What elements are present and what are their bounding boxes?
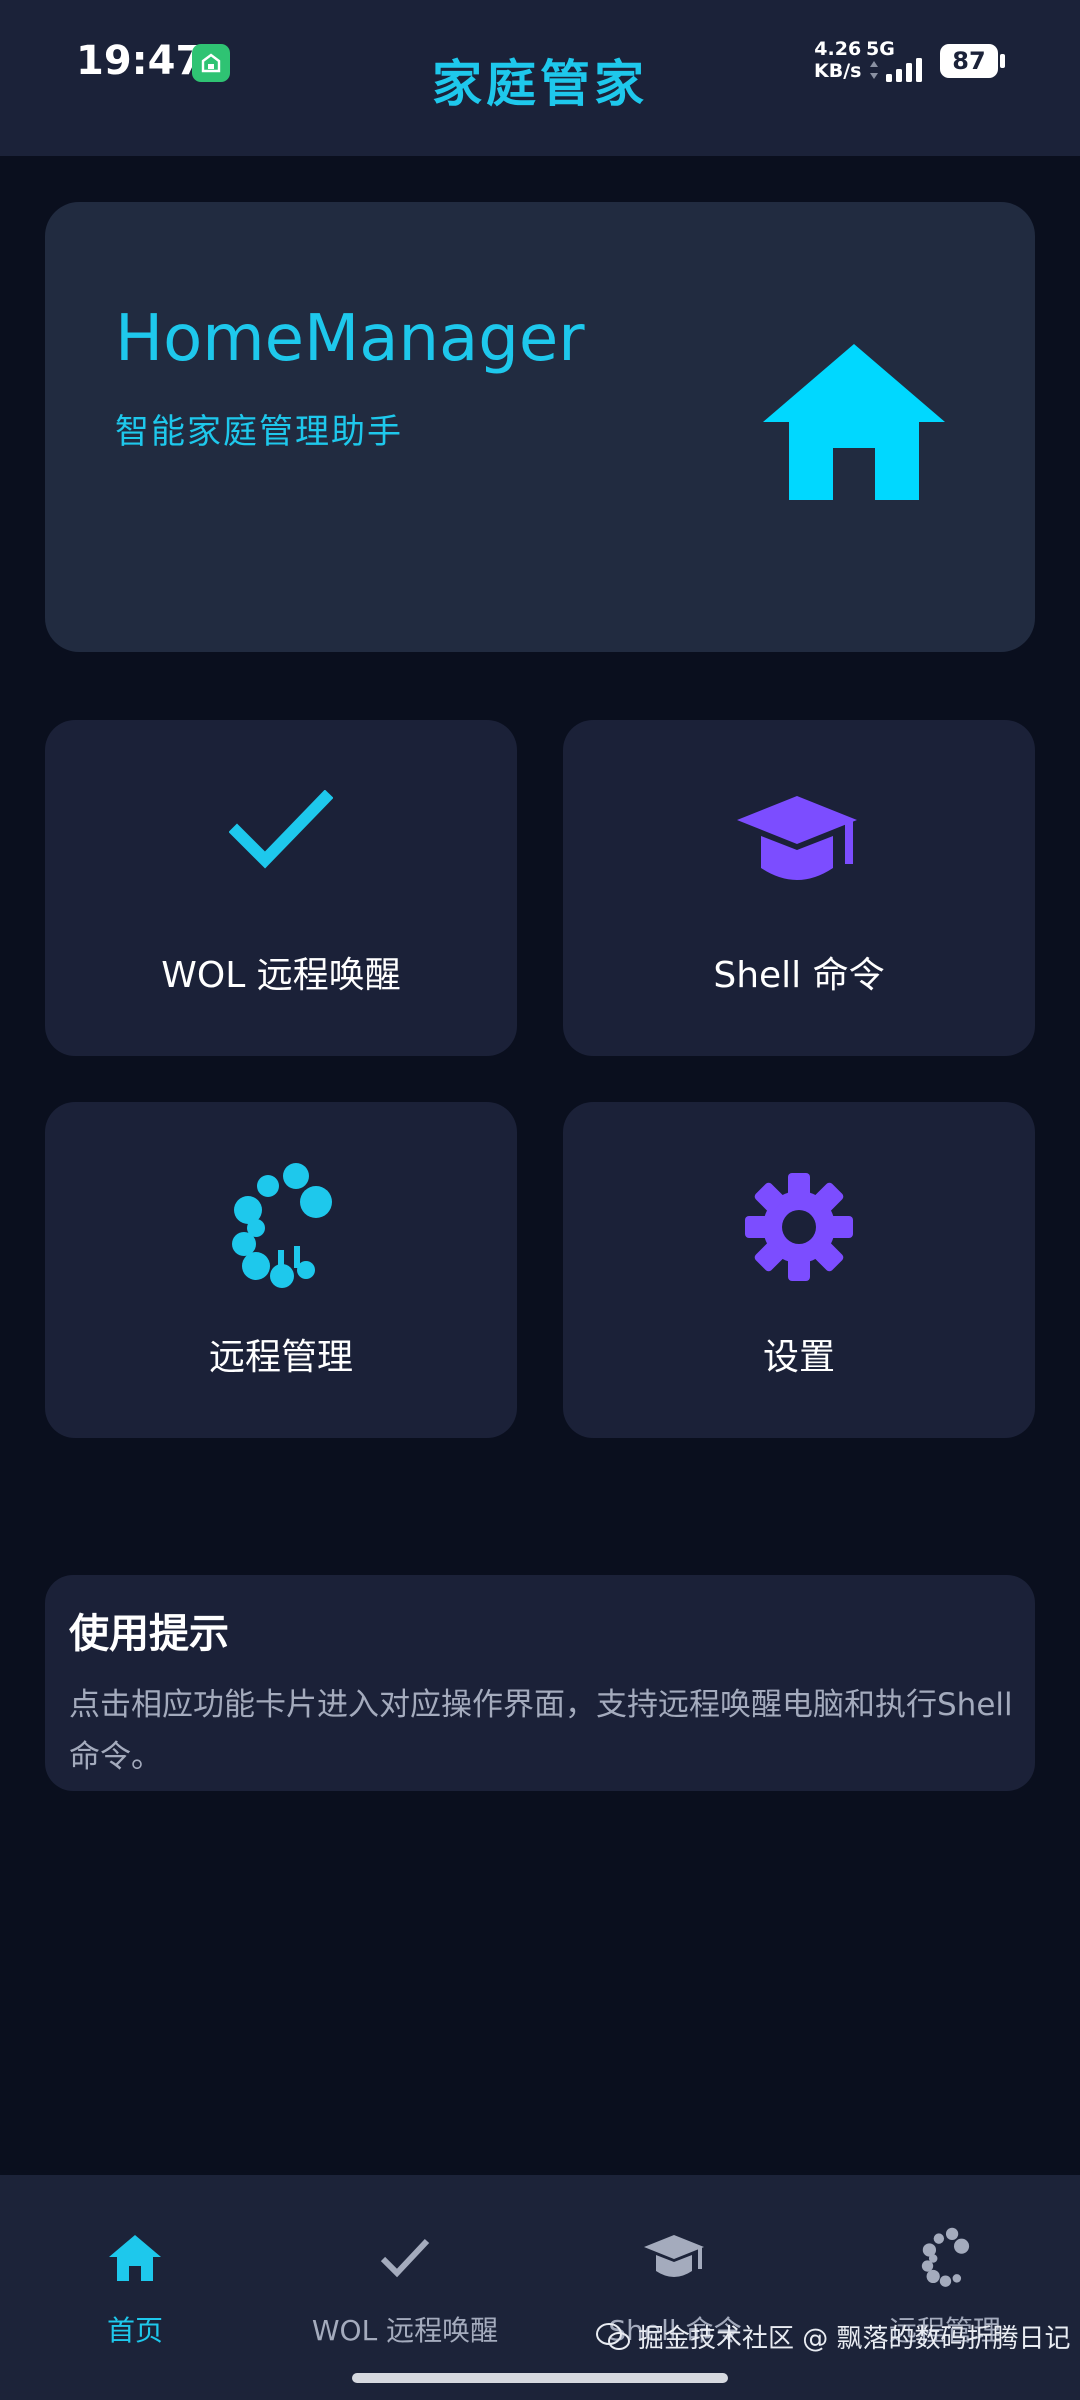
battery-icon: 87 — [940, 44, 998, 78]
home-icon — [763, 344, 945, 500]
wechat-icon — [596, 2322, 630, 2350]
tile-settings[interactable]: 设置 — [563, 1102, 1035, 1438]
status-bar: 19:47 家庭管家 4.26 KB/s 5G 87 — [0, 0, 1080, 156]
hero-subtitle: 智能家庭管理助手 — [115, 412, 403, 452]
tile-wol[interactable]: WOL 远程唤醒 — [45, 720, 517, 1056]
remote-management-icon — [921, 2227, 970, 2287]
signal-icon — [870, 58, 922, 82]
tips-body: 点击相应功能卡片进入对应操作界面，支持远程唤醒电脑和执行Shell命令。 — [69, 1687, 1013, 1775]
nav-item-remote[interactable]: 远程管理 — [810, 2175, 1080, 2400]
net-speed: 4.26 KB/s — [814, 38, 861, 82]
tile-shell-label: Shell 命令 — [713, 955, 885, 996]
net-speed-unit: KB/s — [814, 60, 862, 82]
tile-settings-label: 设置 — [762, 1337, 835, 1378]
watermark: 掘金技术社区 @ 飘落的数码折腾日记 — [596, 2318, 1071, 2355]
hero-card: HomeManager 智能家庭管理助手 — [45, 202, 1035, 652]
tile-wol-label: WOL 远程唤醒 — [161, 955, 401, 996]
checkmark-icon — [380, 2238, 430, 2278]
network-type: 5G — [866, 38, 895, 60]
nav-item-home[interactable]: 首页 — [0, 2175, 270, 2400]
graduation-cap-icon — [737, 796, 857, 880]
remote-management-icon — [232, 1163, 332, 1288]
home-indicator[interactable] — [352, 2373, 728, 2383]
graduation-cap-icon — [644, 2235, 704, 2277]
nav-item-shell[interactable]: Shell 命令 — [540, 2175, 810, 2400]
home-icon — [109, 2235, 161, 2281]
nav-item-wol[interactable]: WOL 远程唤醒 — [270, 2175, 540, 2400]
nav-label-home: 首页 — [106, 2314, 163, 2347]
battery-tip — [1000, 54, 1005, 68]
checkmark-icon — [229, 790, 333, 869]
net-speed-value: 4.26 — [814, 38, 862, 60]
tips-title: 使用提示 — [69, 1611, 229, 1657]
bottom-nav: 首页 WOL 远程唤醒 Shell 命令 远程管理 — [0, 2175, 1080, 2400]
gear-icon — [745, 1173, 853, 1281]
hero-title: HomeManager — [115, 302, 585, 376]
tile-remote-label: 远程管理 — [208, 1337, 353, 1378]
tips-card: 使用提示 点击相应功能卡片进入对应操作界面，支持远程唤醒电脑和执行Shell命令… — [45, 1575, 1035, 1791]
tile-remote[interactable]: 远程管理 — [45, 1102, 517, 1438]
nav-label-wol: WOL 远程唤醒 — [311, 2314, 499, 2347]
tile-shell[interactable]: Shell 命令 — [563, 720, 1035, 1056]
watermark-text: 掘金技术社区 @ 飘落的数码折腾日记 — [638, 2324, 1071, 2354]
